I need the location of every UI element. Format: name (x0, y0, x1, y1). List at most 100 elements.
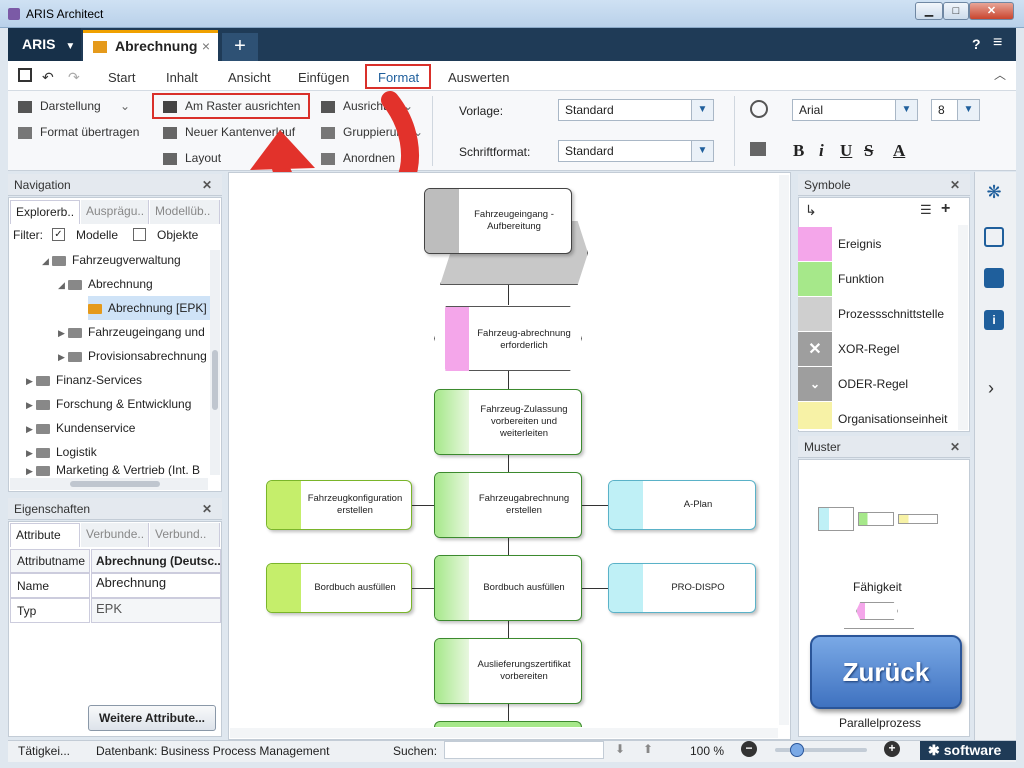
symbols-scrollbar[interactable] (958, 225, 968, 430)
search-input[interactable] (444, 741, 604, 759)
zoom-in-icon[interactable]: + (884, 741, 900, 757)
tree-item[interactable]: ▶ Fahrzeugeingang und (58, 320, 208, 344)
node-auslieferungszertifikat[interactable]: Auslieferungszertifikat vorbereiten (434, 638, 582, 704)
tree-item[interactable]: ▶ Logistik (26, 440, 97, 464)
horizontal-scrollbar[interactable] (10, 478, 208, 490)
node-bordbuch-document[interactable]: Bordbuch ausfüllen (266, 563, 412, 613)
font-color-button[interactable]: A (893, 141, 905, 161)
clear-format-icon[interactable] (750, 142, 766, 156)
brush-icon (18, 126, 32, 139)
symbol-ereignis[interactable]: Ereignis (798, 227, 958, 262)
close-icon[interactable]: ✕ (202, 174, 212, 196)
zoom-slider-thumb[interactable] (790, 743, 804, 757)
close-icon[interactable]: ✕ (950, 436, 960, 458)
expand-icon[interactable]: › (988, 378, 994, 399)
filter-modelle-checkbox[interactable]: ✓ (52, 228, 65, 241)
zoom-slider[interactable] (775, 743, 867, 757)
search-down-icon[interactable]: ⬇ (615, 742, 625, 756)
node-a-plan[interactable]: A-Plan (608, 480, 756, 530)
weitere-attribute-button[interactable]: Weitere Attribute... (88, 705, 216, 731)
tree-item[interactable]: ▶ Finanz-Services (26, 368, 142, 392)
tab-modelluebersicht[interactable]: Modellüb.. (150, 200, 220, 224)
canvas-vertical-scrollbar[interactable] (779, 175, 789, 725)
node-fahrzeug-zulassung[interactable]: Fahrzeug-Zulassung vorbereiten und weite… (434, 389, 582, 455)
tab-einfuegen[interactable]: Einfügen (298, 70, 349, 85)
tree-item-selected[interactable]: Abrechnung [EPK] (88, 296, 211, 320)
tree-item[interactable]: ▶ Marketing & Vertrieb (Int. B (26, 464, 206, 476)
maximize-button[interactable]: □ (943, 2, 969, 20)
collapse-ribbon-icon[interactable]: ︿ (994, 66, 1006, 83)
tab-auspraegungen[interactable]: Ausprägu.. (81, 200, 149, 224)
tree-item[interactable]: ▶ Forschung & Entwicklung (26, 392, 191, 416)
strikethrough-button[interactable]: S (864, 141, 873, 161)
undo-icon[interactable]: ↶ (42, 69, 54, 86)
underline-button[interactable]: U (840, 141, 852, 161)
aris-menu-button[interactable]: ARIS ▼ (8, 28, 81, 61)
tree-item[interactable]: ◢ Abrechnung (58, 272, 153, 296)
format-uebertragen-button[interactable]: Format übertragen (18, 122, 139, 142)
node-fahrzeugabrechnung-erstellen[interactable]: Fahrzeugabrechnung erstellen (434, 472, 582, 538)
close-window-button[interactable]: ✕ (969, 2, 1014, 20)
tab-format[interactable]: Format (378, 70, 419, 85)
status-activity[interactable]: Tätigkei... (18, 744, 70, 758)
symbol-xor-regel[interactable]: ✕ XOR-Regel (798, 332, 958, 367)
node-fahrzeugeingang[interactable]: Fahrzeugeingang - Aufbereitung (424, 188, 572, 254)
schriftformat-select[interactable]: Standard ▼ (558, 140, 714, 162)
tab-verbund[interactable]: Verbund.. (150, 523, 220, 547)
vertical-scrollbar[interactable] (210, 250, 220, 475)
zoom-out-icon[interactable]: − (741, 741, 757, 757)
redo-icon[interactable]: ↷ (68, 69, 80, 86)
close-icon[interactable]: ✕ (950, 174, 960, 196)
tab-verbundene[interactable]: Verbunde.. (81, 523, 149, 547)
italic-button[interactable]: i (819, 141, 824, 161)
tab-inhalt[interactable]: Inhalt (166, 70, 198, 85)
pattern-thumbnail[interactable] (858, 512, 894, 526)
symbols-toggle-icon[interactable] (984, 227, 1004, 247)
pattern-thumbnail[interactable] (898, 514, 938, 524)
attr-name-value[interactable]: Abrechnung (91, 573, 221, 598)
tree-item[interactable]: ▶ Kundenservice (26, 416, 135, 440)
tab-start[interactable]: Start (108, 70, 135, 85)
layout-button[interactable]: Layout (163, 148, 221, 168)
connection-icon[interactable]: ↳ (805, 202, 817, 219)
vorlage-select[interactable]: Standard ▼ (558, 99, 714, 121)
node-pro-dispo[interactable]: PRO-DISPO (608, 563, 756, 613)
symbol-oder-regel[interactable]: ⌄ ODER-Regel (798, 367, 958, 402)
filter-objekte-checkbox[interactable] (133, 228, 146, 241)
node-fahrzeugabrechnung-erforderlich[interactable]: Fahrzeug-abrechnung erforderlich (434, 306, 582, 371)
minimize-button[interactable]: ▁ (915, 2, 943, 20)
add-icon[interactable]: + (941, 200, 950, 218)
help-button[interactable]: ? (972, 36, 981, 52)
tree-item[interactable]: ▶ Provisionsabrechnung (58, 344, 208, 368)
font-select[interactable]: Arial ▼ (792, 99, 918, 121)
canvas-horizontal-scrollbar[interactable] (230, 728, 778, 738)
tab-ansicht[interactable]: Ansicht (228, 70, 271, 85)
list-view-icon[interactable]: ☰ (920, 202, 932, 218)
close-icon[interactable]: ✕ (202, 498, 212, 520)
node-bordbuch-ausfuellen[interactable]: Bordbuch ausfüllen (434, 555, 582, 621)
new-tab-button[interactable]: + (222, 33, 258, 61)
symbol-organisationseinheit[interactable]: Organisationseinheit (798, 402, 958, 430)
search-up-icon[interactable]: ⬆ (643, 742, 653, 756)
puzzle-icon[interactable] (984, 268, 1004, 288)
pattern-thumbnail[interactable] (818, 507, 854, 531)
node-fahrzeugkonfiguration[interactable]: Fahrzeugkonfiguration erstellen (266, 480, 412, 530)
tab-auswerten[interactable]: Auswerten (448, 70, 509, 85)
tab-explorer[interactable]: Explorerb.. (10, 200, 80, 224)
close-tab-icon[interactable]: × (202, 33, 210, 59)
tree-item[interactable]: ◢ Fahrzeugverwaltung (42, 248, 181, 272)
font-preview-icon[interactable] (750, 100, 768, 118)
zurueck-button[interactable]: Zurück (810, 635, 962, 709)
app-menu-button[interactable]: ≡ (993, 34, 1002, 52)
tab-abrechnung[interactable]: Abrechnung × (83, 30, 218, 61)
bold-button[interactable]: B (793, 141, 804, 161)
symbol-funktion[interactable]: Funktion (798, 262, 958, 297)
pattern-thumbnail[interactable] (856, 602, 898, 620)
symbol-prozessschnittstelle[interactable]: Prozessschnittstelle (798, 297, 958, 332)
tab-attribute[interactable]: Attribute (10, 523, 80, 547)
navigator-icon[interactable]: ❋ (982, 182, 1006, 206)
darstellung-button[interactable]: Darstellung ⌄ (18, 96, 130, 116)
save-icon[interactable] (18, 68, 32, 82)
info-icon[interactable]: i (984, 310, 1004, 330)
font-size-select[interactable]: 8 ▼ (931, 99, 980, 121)
